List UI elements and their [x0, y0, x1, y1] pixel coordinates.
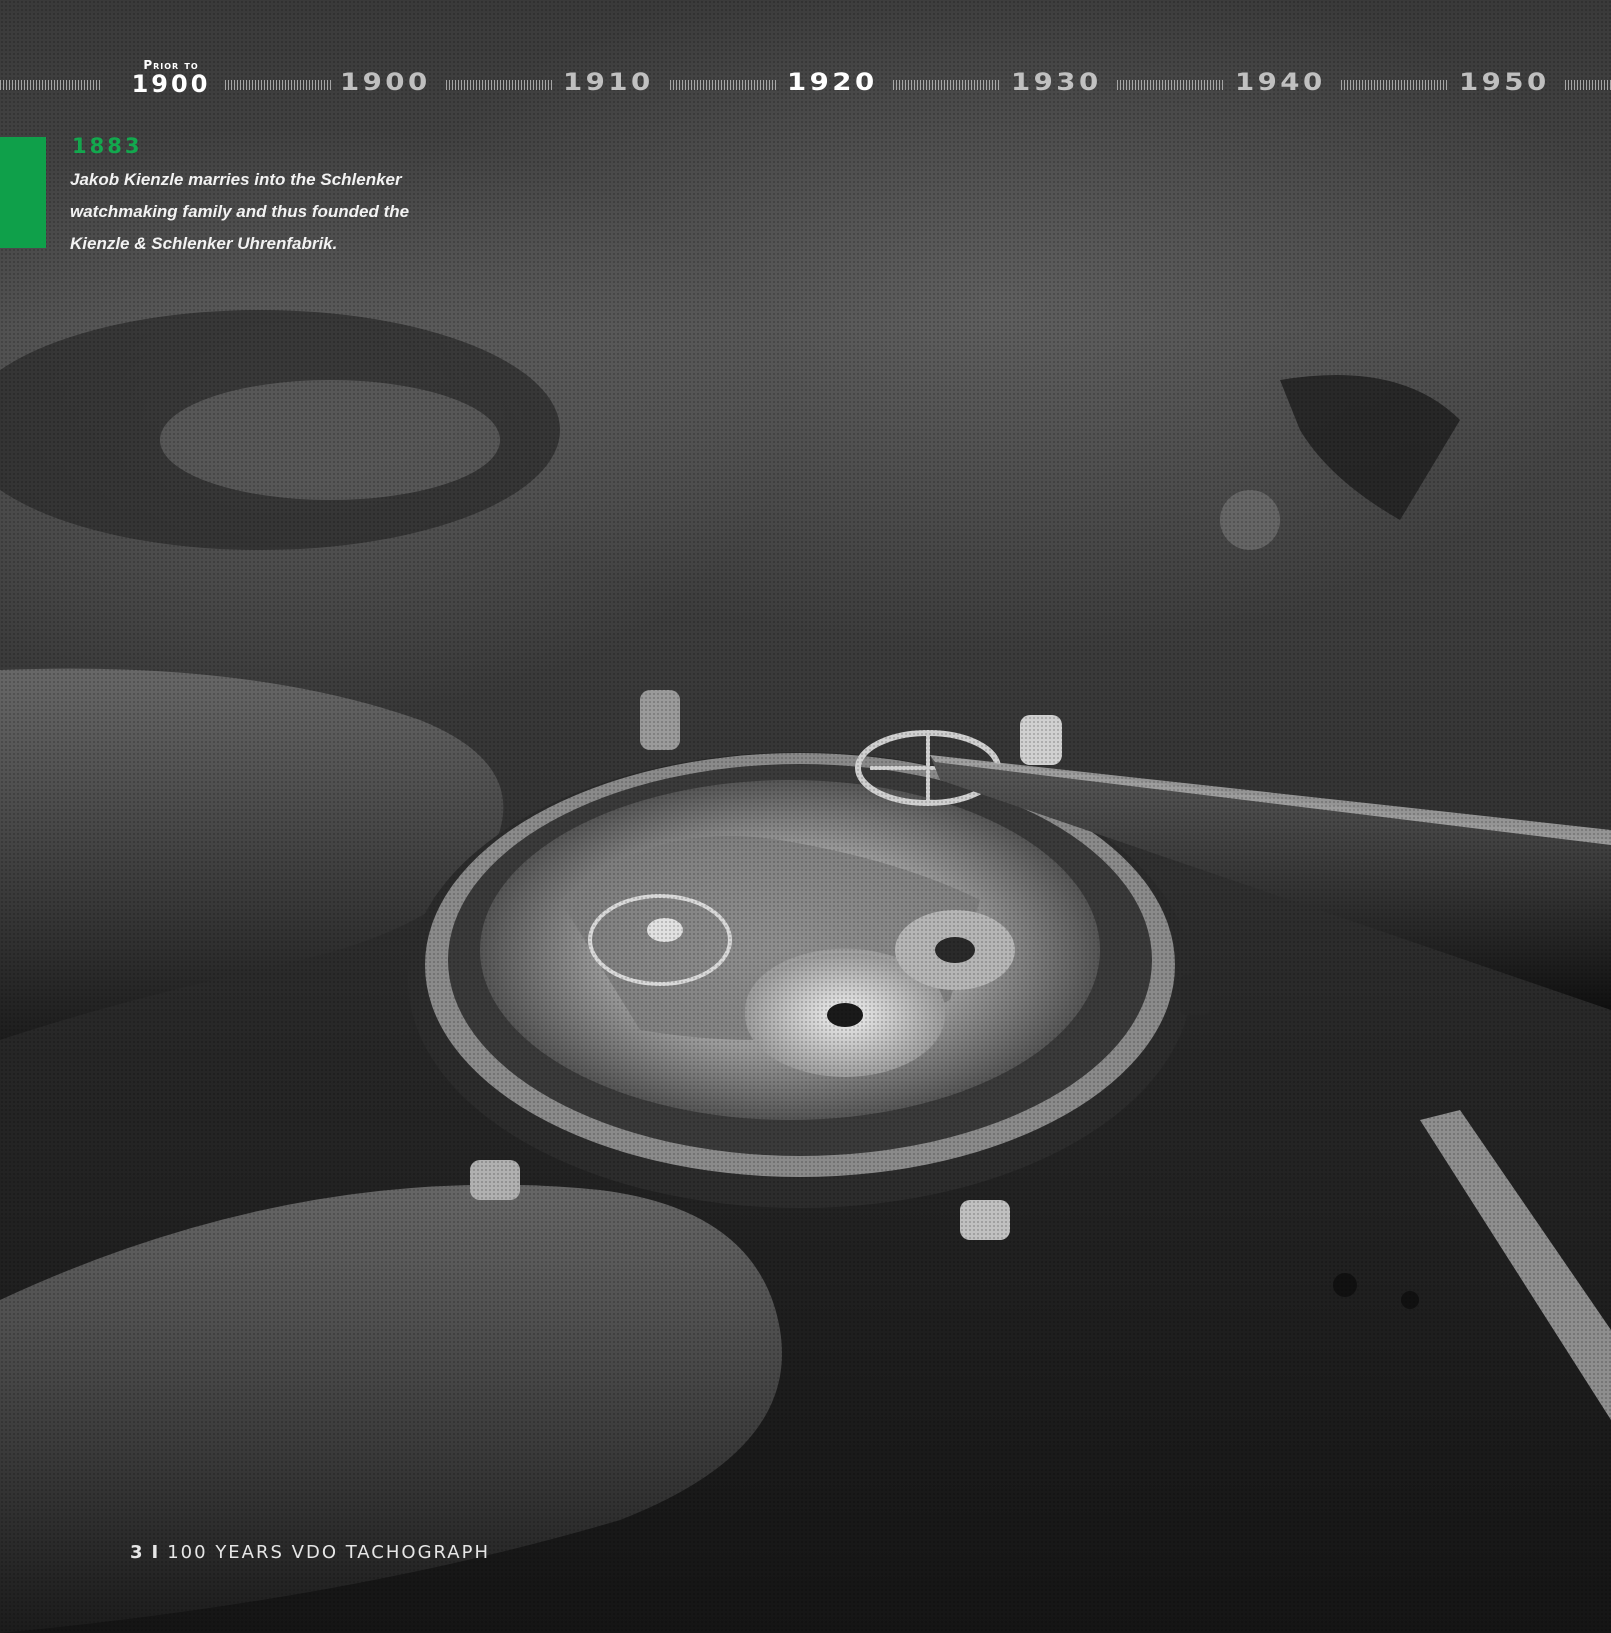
- footer-separator: I: [151, 1542, 160, 1563]
- event-line: Kienzle & Schlenker Uhrenfabrik.: [70, 234, 338, 253]
- timeline-decade-1930[interactable]: 1930: [1011, 68, 1102, 96]
- timeline-tick: [1117, 80, 1225, 90]
- timeline-tick: [670, 80, 778, 90]
- timeline-decade-1940[interactable]: 1940: [1235, 68, 1326, 96]
- timeline-decade-1950[interactable]: 1950: [1459, 68, 1550, 96]
- timeline-tick: [225, 80, 331, 90]
- event-line: Jakob Kienzle marries into the Schlenker: [70, 170, 402, 189]
- page-number: 3: [130, 1542, 144, 1563]
- timeline-prior-year: 1900: [131, 70, 211, 98]
- event-accent-bar: [0, 137, 46, 248]
- timeline-tick: [1565, 80, 1611, 90]
- event-description: Jakob Kienzle marries into the Schlenker…: [70, 164, 450, 260]
- page-footer: 3 I 100 YEARS VDO TACHOGRAPH: [130, 1542, 490, 1563]
- event-year: 1883: [72, 134, 143, 158]
- timeline-decade-1900[interactable]: 1900: [340, 68, 431, 96]
- timeline-tick: [0, 80, 102, 90]
- timeline-tick: [1341, 80, 1449, 90]
- decade-timeline: Prior to 1900 1900 1910 1920 1930 1940 1…: [0, 58, 1611, 108]
- timeline-tick: [446, 80, 554, 90]
- event-line: watchmaking family and thus founded the: [70, 202, 410, 221]
- timeline-decade-1920[interactable]: 1920: [787, 68, 878, 96]
- timeline-prior-1900[interactable]: Prior to 1900: [116, 58, 226, 96]
- page: Prior to 1900 1900 1910 1920 1930 1940 1…: [0, 0, 1611, 1633]
- publication-title: 100 YEARS VDO TACHOGRAPH: [167, 1542, 491, 1563]
- timeline-tick: [893, 80, 1001, 90]
- timeline-decade-1910[interactable]: 1910: [563, 68, 654, 96]
